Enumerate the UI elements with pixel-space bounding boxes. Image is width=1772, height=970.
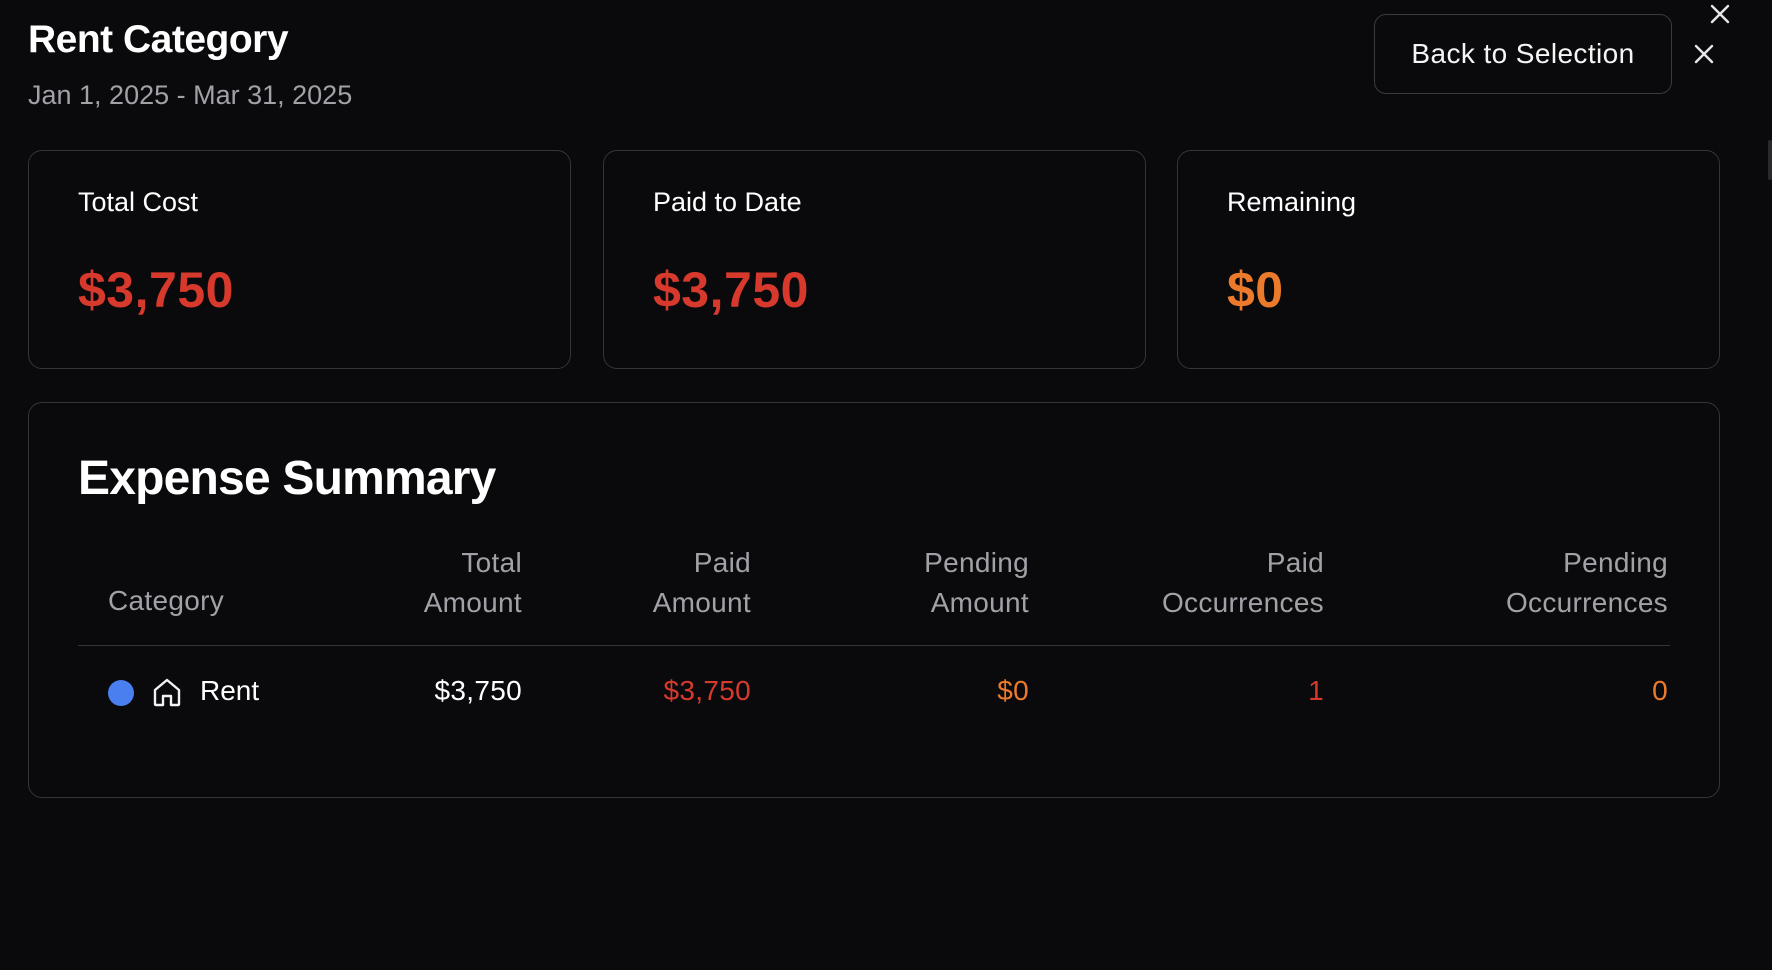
column-header-pending-occurrences: Pending Occurrences xyxy=(1505,547,1668,618)
page-title: Rent Category xyxy=(28,18,289,61)
back-to-selection-button[interactable]: Back to Selection xyxy=(1374,14,1672,94)
remaining-card: Remaining $0 xyxy=(1177,150,1720,369)
pending-occurrences-cell: 0 xyxy=(1652,675,1668,706)
paid-to-date-card: Paid to Date $3,750 xyxy=(603,150,1146,369)
scrollbar-edge xyxy=(1768,140,1772,180)
category-detail-dialog: Rent Category Jan 1, 2025 - Mar 31, 2025… xyxy=(0,0,1772,970)
category-name: Rent xyxy=(200,675,260,706)
total-amount-cell: $3,750 xyxy=(434,675,522,706)
home-icon xyxy=(153,678,181,707)
column-header-pending-amount: Pending Amount xyxy=(924,547,1029,618)
column-header-total-amount: Total Amount xyxy=(423,547,522,618)
card-label: Paid to Date xyxy=(653,187,802,217)
date-range: Jan 1, 2025 - Mar 31, 2025 xyxy=(28,80,353,110)
card-value: $3,750 xyxy=(653,262,809,318)
table-header: Category Total Amount Paid Amount Pendin… xyxy=(78,547,1670,646)
close-icon xyxy=(1694,44,1714,64)
close-button[interactable] xyxy=(1688,38,1720,70)
category-color-dot xyxy=(108,680,134,706)
column-header-paid-amount: Paid Amount xyxy=(652,547,751,618)
card-value: $0 xyxy=(1227,262,1284,318)
paid-occurrences-cell: 1 xyxy=(1308,675,1324,706)
card-label: Total Cost xyxy=(78,187,199,217)
column-header-paid-occurrences: Paid Occurrences xyxy=(1161,547,1324,618)
total-cost-card: Total Cost $3,750 xyxy=(28,150,571,369)
section-title: Expense Summary xyxy=(78,452,496,505)
close-icon xyxy=(1710,4,1730,24)
outer-close-button[interactable] xyxy=(1706,0,1734,28)
card-label: Remaining xyxy=(1227,187,1357,217)
expense-summary-panel: Expense Summary Category Total Amount Pa… xyxy=(28,402,1720,798)
table-row[interactable]: Rent $3,750 $3,750 $0 1 0 xyxy=(78,655,1670,727)
card-value: $3,750 xyxy=(78,262,234,318)
pending-amount-cell: $0 xyxy=(997,675,1029,706)
paid-amount-cell: $3,750 xyxy=(663,675,751,706)
